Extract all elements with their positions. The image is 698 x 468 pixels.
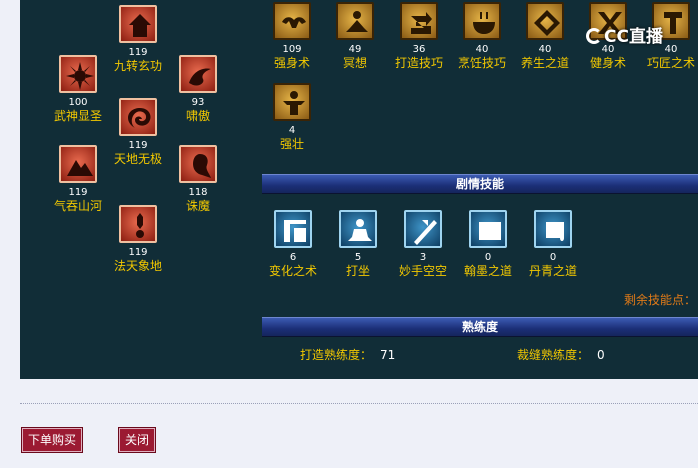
mountain-icon (59, 145, 97, 183)
divider (20, 403, 698, 404)
skill-level: 119 (68, 187, 88, 198)
skill-name: 强壮 (279, 137, 304, 151)
transform-icon (274, 210, 312, 248)
muscle-icon (273, 2, 311, 40)
steal-icon (404, 210, 442, 248)
skill-level: 118 (188, 187, 208, 198)
skill-level: 4 (288, 125, 296, 136)
proficiency-header: 熟练度 (262, 317, 698, 337)
book-icon (469, 210, 507, 248)
skill-level: 119 (128, 247, 148, 258)
dragon-icon (179, 55, 217, 93)
health-icon (526, 2, 564, 40)
close-button[interactable]: 关闭 (117, 427, 157, 453)
skill-name: 法天象地 (113, 259, 162, 273)
proficiency-label: 打造熟练度： (300, 348, 373, 362)
strong-icon (273, 83, 311, 121)
proficiency-tailor: 裁缝熟练度： 0 (517, 346, 605, 363)
watermark-text: CC直播 (604, 27, 663, 47)
order-button[interactable]: 下单购买 (20, 427, 84, 453)
story-skills-header: 剧情技能 (262, 174, 698, 194)
watermark-logo: CC直播 (586, 22, 663, 47)
skill-life-8[interactable]: 4 强壮 (249, 83, 335, 151)
skill-left-6[interactable]: 118 诛魔 (155, 145, 241, 213)
skill-left-7[interactable]: 119 法天象地 (95, 205, 181, 273)
logo-icon (586, 28, 602, 44)
skill-name: 丹青之道 (528, 264, 577, 278)
skill-level: 0 (549, 252, 557, 263)
remaining-points-label: 剩余技能点： (624, 293, 697, 307)
meditate-icon (336, 2, 374, 40)
proficiency-value: 71 (380, 348, 396, 362)
proficiency-forge: 打造熟练度： 71 (300, 346, 395, 363)
proficiency-label: 裁缝熟练度： (517, 348, 590, 362)
forge-icon (400, 2, 438, 40)
sun-burst-icon (59, 55, 97, 93)
cooking-icon (463, 2, 501, 40)
skill-name: 巧匠之术 (646, 56, 695, 70)
fortress-icon (119, 5, 157, 43)
skill-story-5[interactable]: 0 丹青之道 (510, 210, 596, 278)
ghost-icon (179, 145, 217, 183)
sitting-icon (339, 210, 377, 248)
scroll-icon (534, 210, 572, 248)
skill-left-5[interactable]: 119 气吞山河 (35, 145, 121, 213)
swirl-icon (119, 98, 157, 136)
proficiency-value: 0 (597, 348, 605, 362)
amulet-icon (119, 205, 157, 243)
